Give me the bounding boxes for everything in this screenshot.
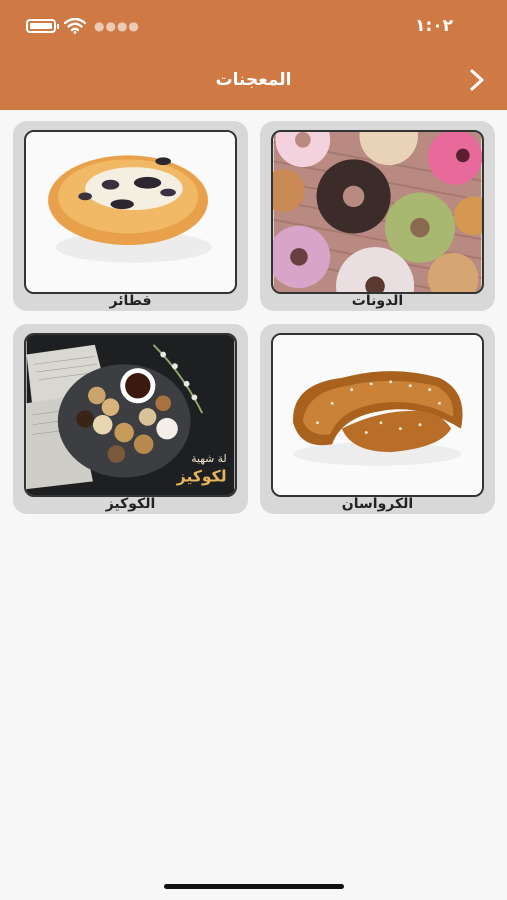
back-button[interactable]: [461, 64, 493, 96]
pie-image: [24, 130, 237, 294]
chevron-right-icon: [470, 69, 484, 91]
category-label: الكرواسان: [341, 496, 414, 512]
category-grid: فطائر الدونات لة شهية لكوكيز الكوكيز الك…: [13, 121, 495, 514]
category-label: فطائر: [109, 293, 152, 309]
cookies-image: لة شهية لكوكيز: [24, 333, 237, 497]
page-title: المعجنات: [215, 70, 292, 90]
category-card-pie[interactable]: فطائر: [13, 121, 248, 311]
category-card-cookies[interactable]: لة شهية لكوكيز الكوكيز: [13, 324, 248, 514]
category-card-croissant[interactable]: الكرواسان: [260, 324, 495, 514]
category-label: الكوكيز: [105, 496, 156, 512]
cookies-caption-2: لكوكيز: [176, 467, 227, 485]
home-indicator[interactable]: [164, 884, 344, 889]
category-card-donuts[interactable]: الدونات: [260, 121, 495, 311]
category-label: الدونات: [351, 293, 404, 309]
croissant-image: [271, 333, 484, 497]
signal-icon: ●●●●: [94, 19, 140, 33]
battery-icon: [26, 19, 59, 33]
status-time: ١:٠٢: [415, 16, 453, 36]
app-header: ●●●● ١:٠٢ المعجنات: [0, 0, 507, 110]
wifi-icon: [64, 18, 86, 34]
status-icons: ●●●●: [26, 18, 140, 34]
cookies-caption-1: لة شهية: [191, 452, 226, 465]
donuts-image: [271, 130, 484, 294]
